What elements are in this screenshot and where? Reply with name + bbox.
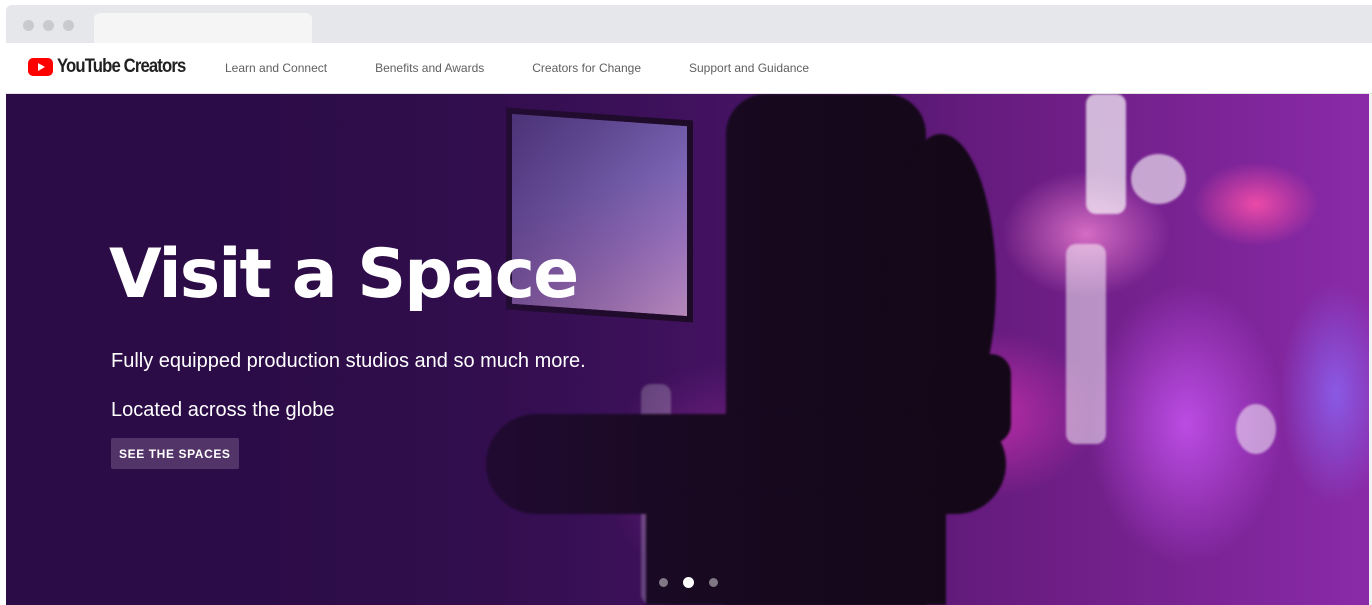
nav-benefits-and-awards[interactable]: Benefits and Awards	[375, 61, 484, 75]
site-header: YouTube Creators Learn and Connect Benef…	[6, 43, 1372, 94]
main-nav: Learn and Connect Benefits and Awards Cr…	[225, 43, 857, 93]
youtube-creators-logo[interactable]: YouTube Creators	[28, 56, 203, 78]
nav-support-and-guidance[interactable]: Support and Guidance	[689, 61, 809, 75]
window-minimize-dot[interactable]	[43, 20, 54, 31]
browser-tab[interactable]	[94, 13, 312, 43]
hero-subtitle: Fully equipped production studios and so…	[111, 350, 586, 372]
logo-text: YouTube Creators	[57, 56, 186, 77]
window-maximize-dot[interactable]	[63, 20, 74, 31]
carousel-dot-active[interactable]	[683, 577, 694, 588]
browser-tab-bar	[6, 5, 1372, 43]
browser-window: YouTube Creators Learn and Connect Benef…	[6, 5, 1372, 605]
carousel-indicators	[659, 577, 733, 588]
hero-banner: Visit a Space Fully equipped production …	[6, 94, 1369, 605]
window-close-dot[interactable]	[23, 20, 34, 31]
nav-creators-for-change[interactable]: Creators for Change	[532, 61, 641, 75]
hero-title: Visit a Space	[109, 235, 579, 314]
nav-learn-and-connect[interactable]: Learn and Connect	[225, 61, 327, 75]
carousel-dot[interactable]	[709, 578, 718, 587]
see-the-spaces-button[interactable]: SEE THE SPACES	[111, 438, 239, 469]
hero-subtitle-location: Located across the globe	[111, 399, 335, 421]
youtube-play-icon	[28, 58, 53, 76]
carousel-dot[interactable]	[659, 578, 668, 587]
